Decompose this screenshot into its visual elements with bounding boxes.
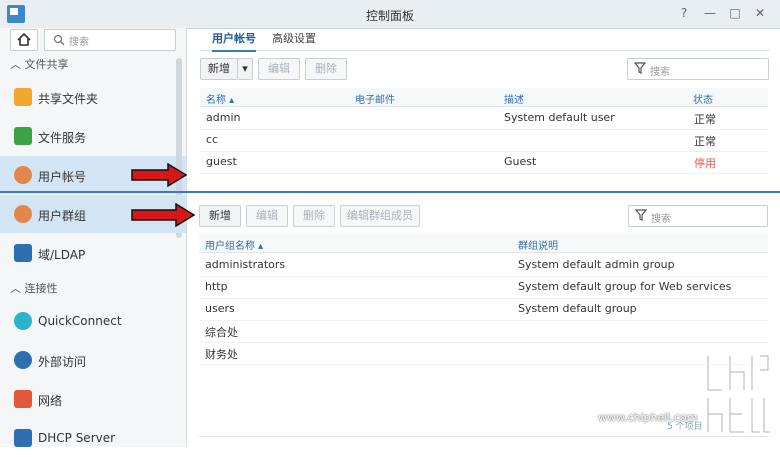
home-icon xyxy=(17,32,31,46)
table-row[interactable]: administrators System default admin grou… xyxy=(199,254,768,277)
table-row[interactable]: 综合处 xyxy=(199,320,768,343)
home-button[interactable] xyxy=(10,29,38,51)
groups-search-input[interactable]: 搜索 xyxy=(628,205,768,227)
col-description[interactable]: 描述 xyxy=(504,91,524,106)
table-row[interactable]: cc 正常 xyxy=(200,129,768,152)
window-title: 控制面板 xyxy=(365,9,414,23)
file-service-icon xyxy=(14,127,32,145)
watermark-site: www.chiphell.com xyxy=(598,411,698,424)
chevron-up-icon: ︿ xyxy=(10,282,25,295)
delete-group-button[interactable]: 删除 xyxy=(293,205,335,227)
sidebar-item-dhcp[interactable]: DHCP Server xyxy=(0,419,186,457)
table-row[interactable]: http System default group for Web servic… xyxy=(199,276,768,299)
add-user-dropdown[interactable]: ▾ xyxy=(237,58,253,80)
edit-group-members-button[interactable]: 编辑群组成员 xyxy=(340,205,420,227)
add-group-button[interactable]: 新增 xyxy=(199,205,241,227)
help-button[interactable]: ? xyxy=(676,5,692,21)
delete-user-button[interactable]: 删除 xyxy=(305,58,347,80)
sidebar-item-network[interactable]: 网络 xyxy=(0,380,186,418)
chiphell-logo-icon xyxy=(705,353,771,435)
sidebar-item-ldap[interactable]: 域/LDAP xyxy=(0,234,186,272)
dhcp-icon xyxy=(14,429,32,447)
search-icon xyxy=(53,34,65,46)
sidebar-item-quickconnect[interactable]: QuickConnect xyxy=(0,302,186,340)
network-icon xyxy=(14,390,32,408)
groups-grid-header: 用户组名称 ▴ 群组说明 xyxy=(199,234,768,253)
col-email[interactable]: 电子邮件 xyxy=(355,91,395,106)
screenshot-divider xyxy=(0,191,780,193)
annotation-arrow-icon xyxy=(131,203,196,227)
maximize-button[interactable]: □ xyxy=(727,5,743,21)
chevron-up-icon: ︿ xyxy=(10,58,25,71)
user-icon xyxy=(14,166,32,184)
col-name[interactable]: 名称 ▴ xyxy=(206,91,234,106)
minimize-button[interactable]: — xyxy=(702,5,718,21)
edit-user-button[interactable]: 编辑 xyxy=(258,58,300,80)
grid-footer-line xyxy=(199,436,768,437)
section-connectivity[interactable]: ︿ 连接性 xyxy=(10,280,58,298)
col-group-description[interactable]: 群组说明 xyxy=(518,237,558,252)
sidebar-search-placeholder: 搜索 xyxy=(69,37,89,48)
sidebar-item-external-access[interactable]: 外部访问 xyxy=(0,341,186,379)
edit-group-button[interactable]: 编辑 xyxy=(246,205,288,227)
users-grid-header: 名称 ▴ 电子邮件 描述 状态 xyxy=(200,88,768,107)
sidebar-search-input[interactable]: 搜索 xyxy=(44,29,176,51)
sidebar-item-shared-folder[interactable]: 共享文件夹 xyxy=(0,78,186,116)
filter-icon xyxy=(634,62,646,74)
col-group-name[interactable]: 用户组名称 ▴ xyxy=(205,237,263,252)
shared-folder-icon xyxy=(14,88,32,106)
section-file-sharing[interactable]: ︿ 文件共享 xyxy=(10,56,69,74)
table-row[interactable]: 财务处 xyxy=(199,342,768,365)
table-row[interactable]: guest Guest 停用 xyxy=(200,151,768,174)
chevron-down-icon: ▾ xyxy=(242,62,248,75)
table-row[interactable]: users System default group xyxy=(199,298,768,321)
users-search-input[interactable]: 搜索 xyxy=(627,58,769,80)
filter-icon xyxy=(635,209,647,221)
annotation-arrow-icon xyxy=(131,163,188,187)
add-user-button[interactable]: 新增 xyxy=(200,58,238,80)
group-icon xyxy=(14,205,32,223)
external-access-icon xyxy=(14,351,32,369)
tab-user-account[interactable]: 用户帐号 xyxy=(212,30,256,52)
quickconnect-icon xyxy=(14,312,32,330)
table-row[interactable]: admin System default user 正常 xyxy=(200,107,768,130)
ldap-icon xyxy=(14,244,32,262)
tab-advanced-settings[interactable]: 高级设置 xyxy=(272,30,316,50)
col-status[interactable]: 状态 xyxy=(693,91,713,106)
sidebar-item-file-service[interactable]: 文件服务 xyxy=(0,117,186,155)
close-button[interactable]: ✕ xyxy=(752,5,768,21)
